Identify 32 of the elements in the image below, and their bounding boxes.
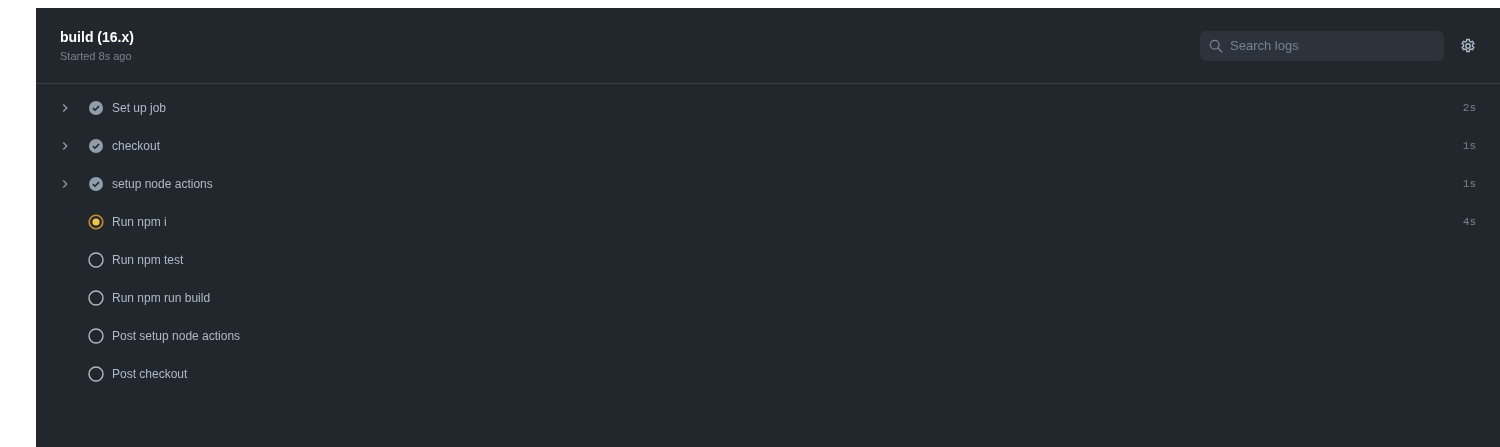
job-title: build (16.x) [60,27,134,47]
empty-circle-icon [88,328,104,344]
step-row[interactable]: Run npm run build [36,279,1500,317]
step-row[interactable]: Run npm test [36,241,1500,279]
step-row[interactable]: Post setup node actions [36,317,1500,355]
step-duration: 1s [1462,176,1476,192]
check-circle-icon [89,139,103,153]
settings-icon[interactable] [1460,37,1476,54]
step-row[interactable]: setup node actions 1s [36,165,1500,203]
empty-circle-icon [88,366,104,382]
step-name: Run npm i [112,214,168,231]
step-row[interactable]: checkout 1s [36,127,1500,165]
step-name: Run npm test [112,252,185,269]
step-name: Post checkout [112,366,189,383]
step-name: Post setup node actions [112,328,242,345]
check-circle-icon [89,177,103,191]
empty-circle-icon [88,290,104,306]
step-duration: 1s [1462,138,1476,154]
check-circle-icon [89,101,103,115]
step-duration: 4s [1462,214,1476,230]
step-name: setup node actions [112,176,214,193]
step-row[interactable]: Post checkout [36,355,1500,393]
step-name: Run npm run build [112,290,212,307]
step-row[interactable]: Set up job 2s [36,89,1500,127]
step-row[interactable]: Run npm i 4s [36,203,1500,241]
step-name: checkout [112,138,162,155]
step-name: Set up job [112,100,168,117]
search-field[interactable]: Search logs [1200,30,1444,61]
job-started-time: Started 8s ago [60,48,133,64]
empty-circle-icon [88,252,104,268]
step-duration: 2s [1462,100,1476,116]
in-progress-icon [88,214,104,230]
